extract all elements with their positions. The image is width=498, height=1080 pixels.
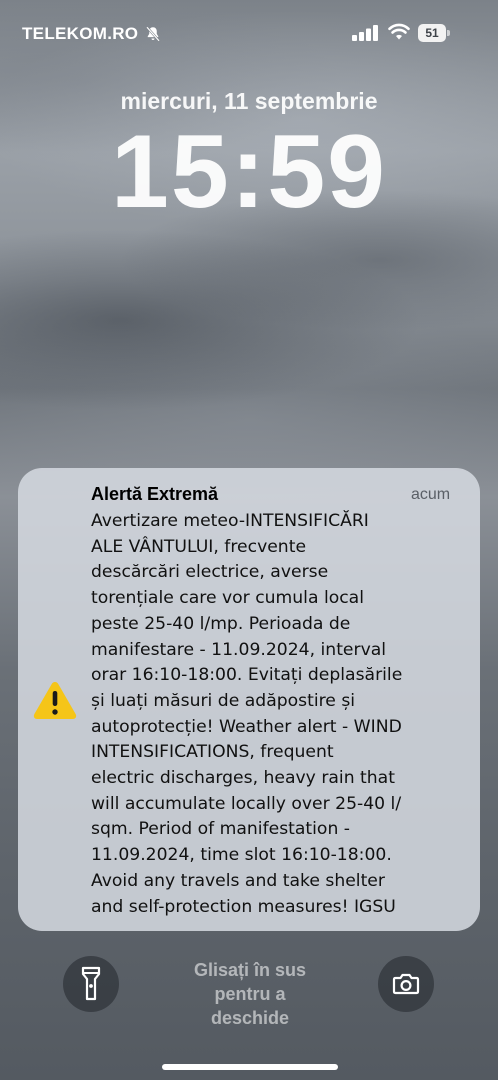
battery-icon: 51 [418, 24, 450, 42]
carrier-name: TELEKOM.RO [22, 24, 162, 44]
flashlight-icon [81, 966, 101, 1001]
warning-icon [33, 682, 77, 719]
signal-icon [352, 25, 378, 41]
battery-cap [447, 30, 450, 36]
notification-title: Alertă Extremă [91, 484, 219, 504]
wifi-icon [388, 23, 410, 40]
home-indicator[interactable] [162, 1064, 338, 1070]
lock-screen-date: miercuri, 11 septembrie [120, 88, 378, 114]
camera-icon [392, 973, 420, 995]
camera-button[interactable] [378, 956, 434, 1012]
flashlight-button[interactable] [63, 956, 119, 1012]
notification-body: Avertizare meteo-INTENSIFICĂRI ALE VÂNTU… [91, 511, 403, 917]
carrier-label: TELEKOM.RO [22, 24, 139, 43]
status-bar: TELEKOM.RO 51 [0, 0, 498, 70]
lock-screen-time: 15:59 [111, 114, 387, 230]
battery-level: 51 [418, 24, 446, 42]
bell-off-icon [146, 26, 161, 42]
notification-time: acum [411, 486, 451, 503]
swipe-up-hint: Glisați în sus pentru a deschide [193, 960, 307, 1028]
